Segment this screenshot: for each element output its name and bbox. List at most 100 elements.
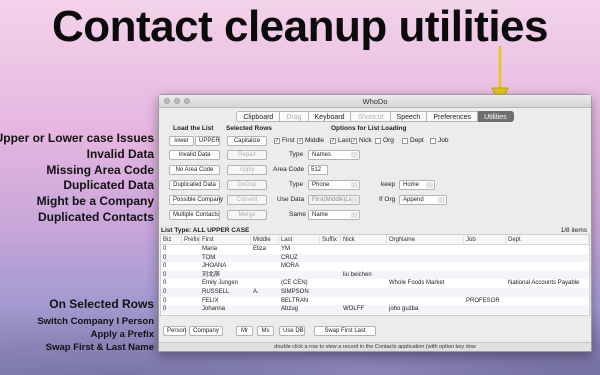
title-bar: WhoDo <box>159 95 591 108</box>
table-cell-suffix <box>320 297 341 306</box>
table-cell-prefix <box>182 305 200 314</box>
table-row[interactable]: 0 TOM CRUZ <box>161 253 589 263</box>
checkbox-first[interactable]: ✓ First <box>274 137 295 144</box>
lower-case-button[interactable]: lower <box>169 136 194 146</box>
use-data-select[interactable]: First(Middle)Last <box>308 195 360 205</box>
table-cell-dept <box>506 305 589 314</box>
area-code-label: Area Code <box>273 166 305 173</box>
table-row[interactable]: 0 Johanna Abzug WOLFF joho guzba <box>161 305 589 314</box>
same-select[interactable]: Name <box>308 210 360 220</box>
table-row[interactable]: 0 FELIX BELTRAN PROFESOR <box>161 297 589 306</box>
banner-title: Contact cleanup utilities <box>51 2 549 51</box>
if-org-select[interactable]: Append <box>399 195 447 205</box>
table-cell-nick <box>341 279 387 288</box>
annotation-might-be-company: Might be a Company <box>36 194 154 208</box>
annotation-selected-heading: On Selected Rows <box>49 297 154 311</box>
col-job[interactable]: Job <box>464 235 506 244</box>
col-first[interactable]: First <box>200 235 251 244</box>
minimize-window-button[interactable] <box>174 98 180 104</box>
apply-button[interactable]: Apply <box>227 165 267 175</box>
table-cell-orgname <box>387 254 464 263</box>
table-cell-job <box>464 254 506 263</box>
table-cell-last: MORA <box>281 263 299 270</box>
mr-prefix-button[interactable]: Mr <box>236 326 253 336</box>
checkbox-nick[interactable]: ✓ Nick <box>351 137 372 144</box>
zoom-window-button[interactable] <box>184 98 190 104</box>
merge-button[interactable]: Merge <box>227 210 267 220</box>
selected-rows-header: Selected Rows <box>226 125 272 132</box>
options-header: Options for List Loading <box>331 125 407 132</box>
dedup-button[interactable]: DeDup <box>227 180 267 190</box>
type2-select[interactable]: Phone <box>308 180 360 190</box>
duplicated-data-button[interactable]: Duplicated Data <box>169 180 220 190</box>
table-cell-last: Abzug <box>281 306 299 313</box>
keep-select[interactable]: Home <box>399 180 435 190</box>
possible-company-button[interactable]: Possible Company <box>169 195 223 205</box>
window-controls <box>164 98 190 104</box>
table-cell-orgname: joho guzba <box>389 306 419 313</box>
col-orgname[interactable]: OrgName <box>387 235 464 244</box>
col-middle[interactable]: Middle <box>251 235 279 244</box>
multiple-contacts-button[interactable]: Multiple Contacts <box>169 210 220 220</box>
table-cell-nick <box>341 297 387 306</box>
col-dept[interactable]: Dept <box>506 235 589 244</box>
annotation-switch-company: Switch Company I Person <box>37 316 154 327</box>
table-cell-biz: 0 <box>163 271 167 278</box>
col-last[interactable]: Last <box>279 235 320 244</box>
annotation-invalid-data: Invalid Data <box>86 147 154 161</box>
ms-prefix-button[interactable]: Ms <box>257 326 274 336</box>
tab-keyboard[interactable]: Keyboard <box>308 111 352 122</box>
company-button[interactable]: Company <box>189 326 223 336</box>
person-button[interactable]: Person <box>163 326 186 336</box>
close-window-button[interactable] <box>164 98 170 104</box>
no-area-code-button[interactable]: No Area Code <box>169 165 220 175</box>
table-row[interactable]: 0 Emily Jungen (CE CEN) Whole Foods Market N… <box>161 279 589 288</box>
area-code-input[interactable]: 512 <box>308 165 328 175</box>
col-biz[interactable]: Biz <box>161 235 182 244</box>
table-cell-prefix <box>182 271 200 280</box>
col-prefix[interactable]: Prefix <box>182 235 200 244</box>
swap-first-last-button[interactable]: Swap First Last <box>314 326 376 336</box>
table-cell-middle: Eliza <box>253 246 267 252</box>
tab-bar: Clipboard Drag Keyboard Shortcut Speech … <box>159 111 591 122</box>
tab-preferences[interactable]: Preferences <box>427 111 479 122</box>
table-cell-nick: WOLFF <box>343 306 364 313</box>
checkbox-dept[interactable]: Dept <box>402 137 424 144</box>
table-cell-last: (CE CEN) <box>281 280 308 287</box>
annotation-duplicated-contacts: Duplicated Contacts <box>37 210 154 224</box>
tab-drag: Drag <box>280 111 309 122</box>
table-cell-first: Johanna <box>202 306 226 313</box>
type-select[interactable]: Names <box>308 150 360 160</box>
table-cell-last: CRUZ <box>281 254 298 261</box>
checkbox-org[interactable]: Org <box>375 137 394 144</box>
capitalize-button[interactable]: Capitalize <box>227 136 267 146</box>
col-nick[interactable]: Nick <box>341 235 387 244</box>
table-cell-prefix <box>182 245 200 254</box>
table-row[interactable]: 0 刘北辰 liu beichen <box>161 270 589 280</box>
table-cell-last: BELTRAN <box>281 297 309 304</box>
table-row[interactable]: 0 RUSSELL A. SIMPSON <box>161 287 589 297</box>
contacts-table[interactable]: Biz Prefix First Middle Last Suffix Nick… <box>160 234 590 316</box>
table-cell-job: PROFESOR <box>466 297 500 304</box>
col-suffix[interactable]: Suffix <box>320 235 341 244</box>
table-cell-suffix <box>320 254 341 263</box>
table-body: 0 Maria Eliza YM 0 TOM CRUZ 0 JHOANA MORA 0 刘北辰 liu … <box>161 245 589 314</box>
table-row[interactable]: 0 JHOANA MORA <box>161 262 589 271</box>
convert-button[interactable]: Convert <box>227 195 267 205</box>
table-cell-dept <box>506 245 589 254</box>
checkbox-middle[interactable]: ✓ Middle <box>297 137 324 144</box>
table-cell-prefix <box>182 288 200 297</box>
tab-speech[interactable]: Speech <box>390 111 428 122</box>
window-title: WhoDo <box>362 97 388 106</box>
annotation-apply-prefix: Apply a Prefix <box>90 329 154 340</box>
upper-case-button[interactable]: UPPER <box>195 136 220 146</box>
use-db-button[interactable]: Use DB <box>279 326 305 336</box>
invalid-data-button[interactable]: Invalid Data <box>169 150 220 160</box>
checkbox-last[interactable]: ✓ Last <box>330 137 350 144</box>
tab-utilities[interactable]: Utilities <box>478 111 514 122</box>
checkbox-job[interactable]: Job <box>430 137 448 144</box>
repair-button[interactable]: Repair <box>227 150 267 160</box>
table-cell-first: FELIX <box>202 297 219 304</box>
table-row[interactable]: 0 Maria Eliza YM <box>161 245 589 254</box>
tab-clipboard[interactable]: Clipboard <box>236 111 281 122</box>
